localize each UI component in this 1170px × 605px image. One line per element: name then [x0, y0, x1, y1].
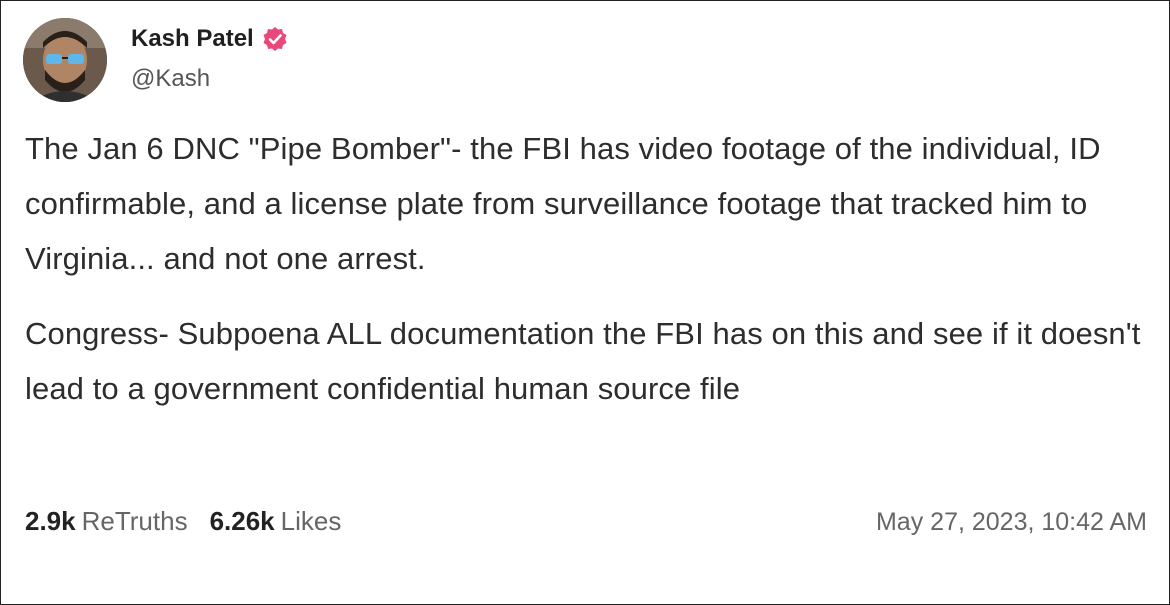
retruths-label: ReTruths — [81, 506, 188, 536]
verified-badge-icon — [262, 26, 288, 52]
likes-stat[interactable]: 6.26k Likes — [210, 506, 342, 537]
author-handle[interactable]: @Kash — [131, 65, 210, 93]
author-name-row: Kash Patel — [131, 23, 288, 55]
user-avatar-icon — [23, 18, 107, 102]
post-stats: 2.9k ReTruths 6.26k Likes — [25, 506, 363, 537]
likes-count: 6.26k — [209, 506, 275, 536]
post-timestamp[interactable]: May 27, 2023, 10:42 AM — [876, 508, 1147, 537]
avatar[interactable] — [23, 18, 107, 102]
retruths-stat[interactable]: 2.9k ReTruths — [25, 506, 188, 537]
author-display-name[interactable]: Kash Patel — [131, 25, 254, 53]
likes-label: Likes — [280, 506, 342, 536]
post-paragraph: The Jan 6 DNC "Pipe Bomber"- the FBI has… — [25, 131, 1101, 276]
post-body: The Jan 6 DNC "Pipe Bomber"- the FBI has… — [25, 121, 1145, 416]
post-card: Kash Patel @Kash The Jan 6 DNC "Pipe Bom… — [0, 0, 1170, 605]
post-paragraph: Congress- Subpoena ALL documentation the… — [25, 316, 1141, 406]
retruths-count: 2.9k — [25, 506, 76, 536]
